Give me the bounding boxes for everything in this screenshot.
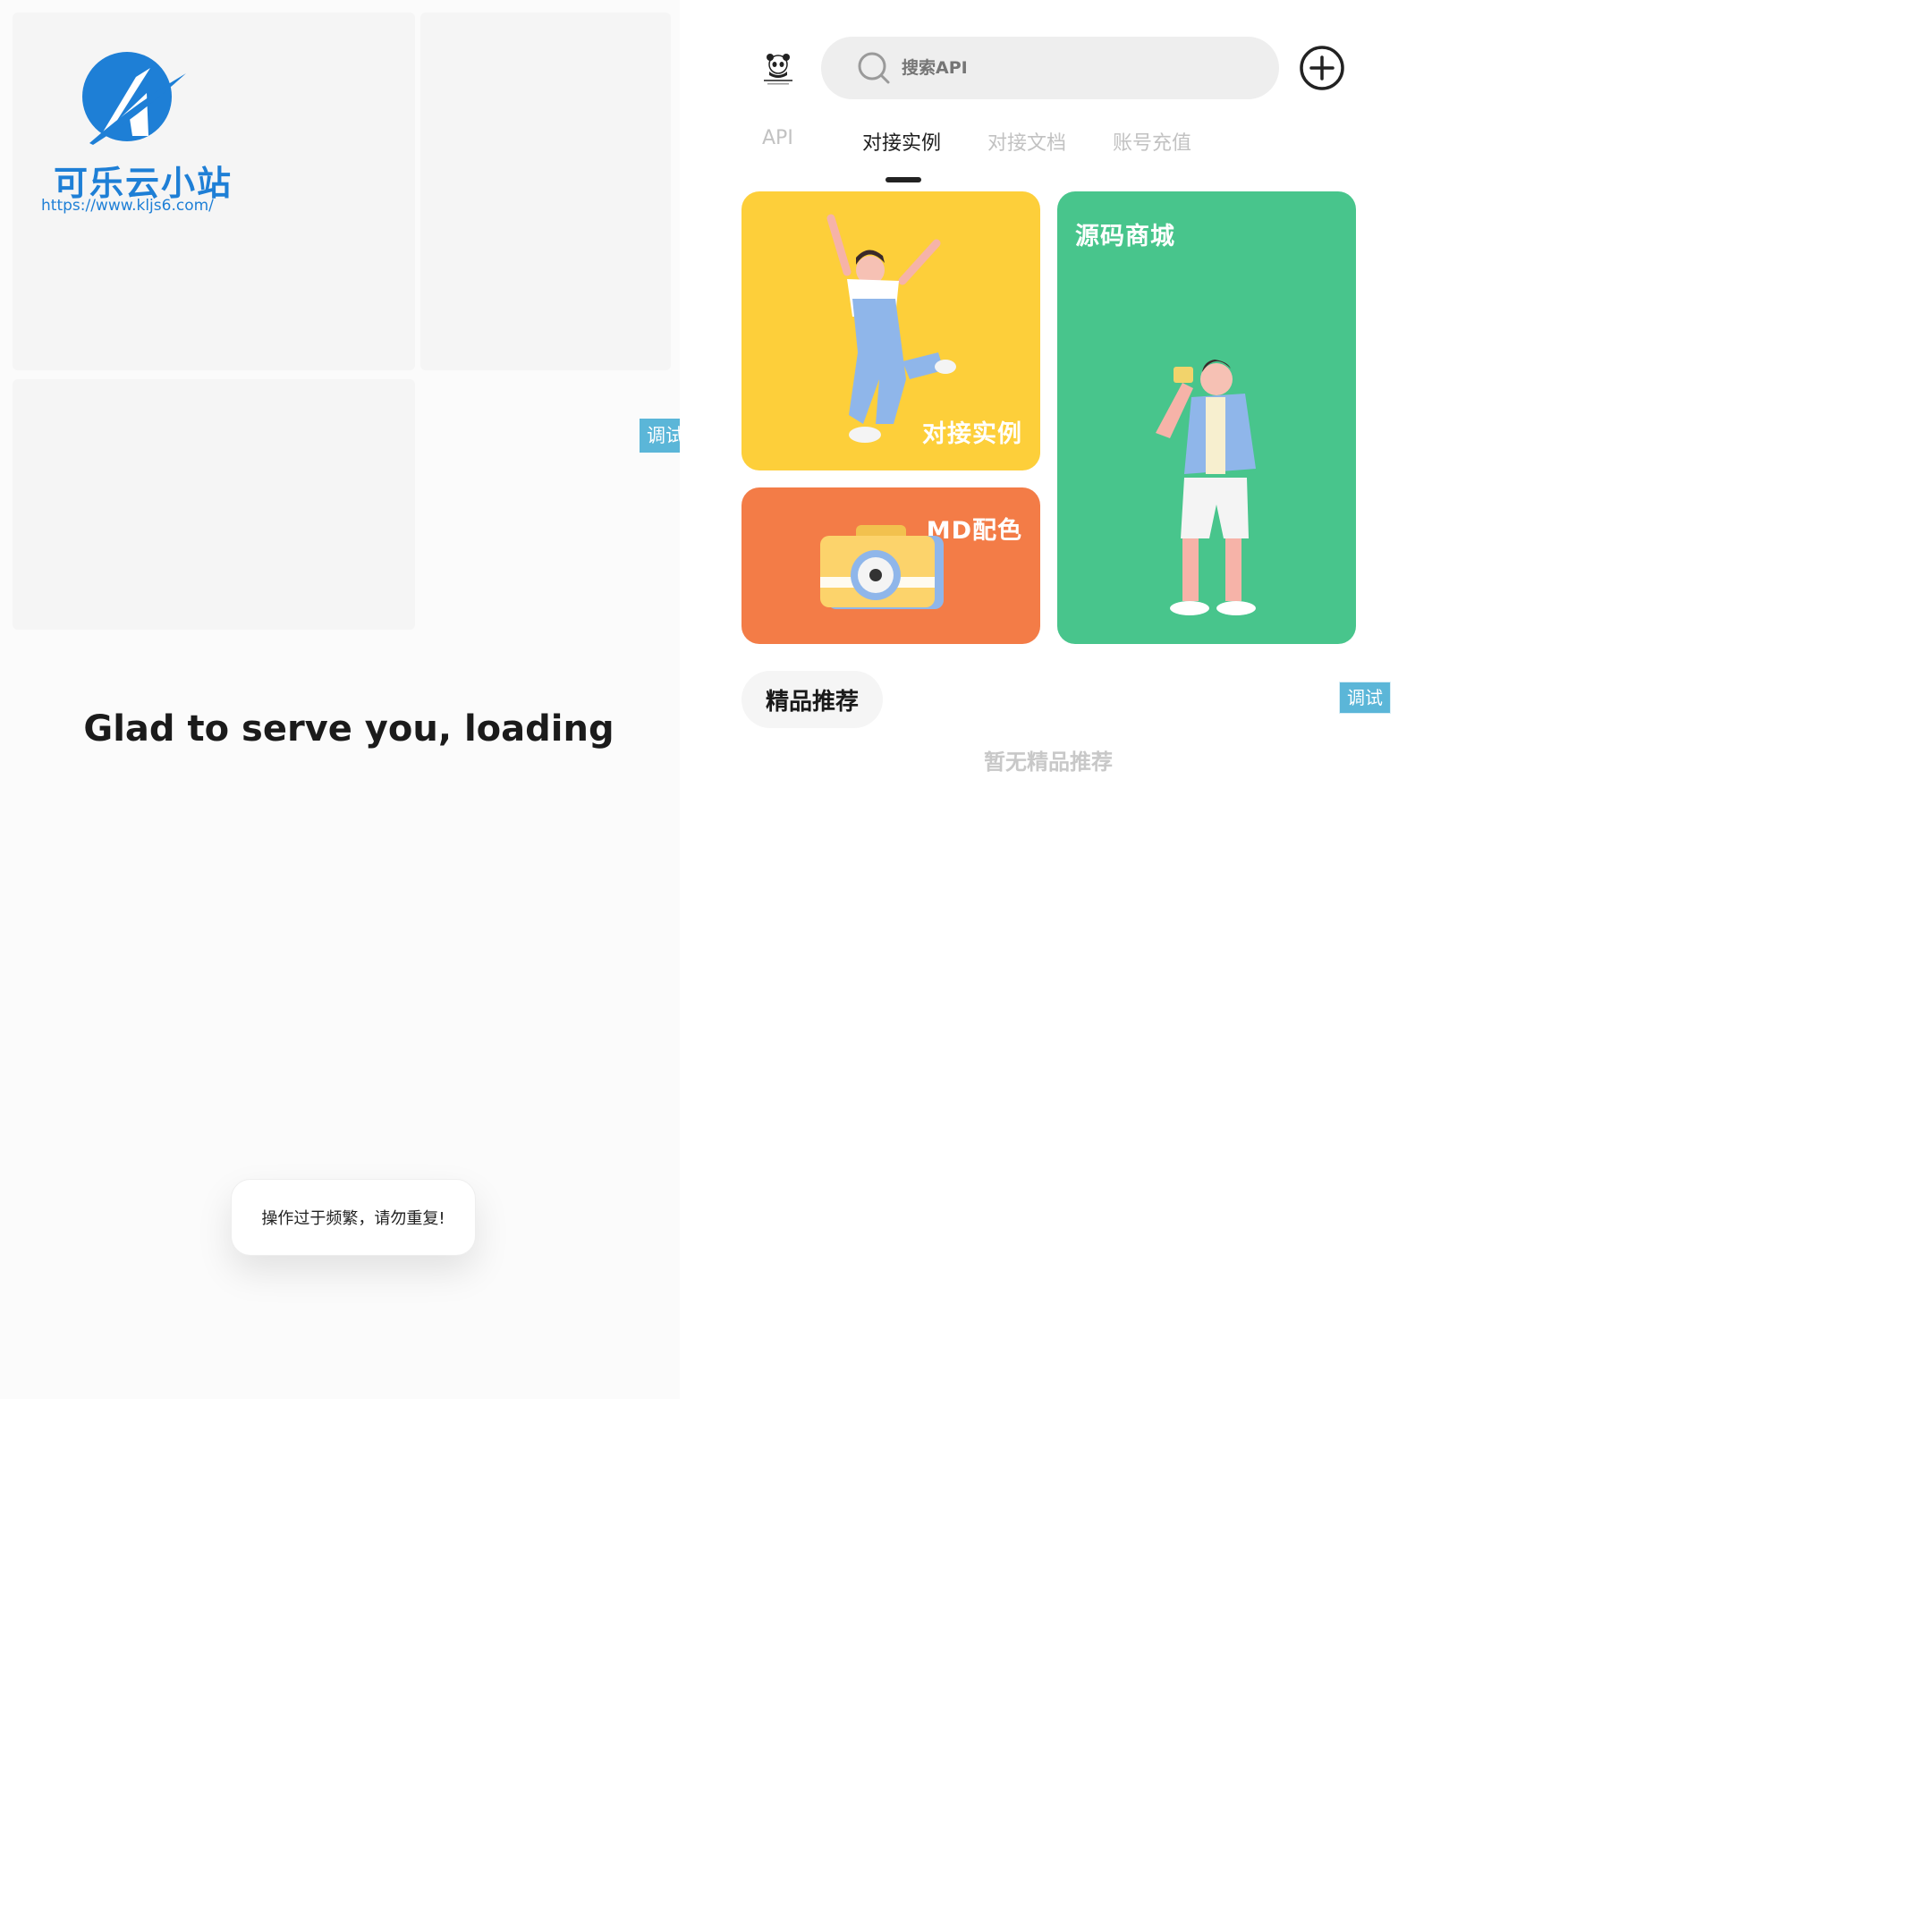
tab-api[interactable]: API <box>762 127 793 149</box>
card-shop-label: 源码商城 <box>1075 223 1175 250</box>
camera-icon <box>820 525 944 609</box>
search-icon <box>858 52 890 84</box>
toast-message: 操作过于频繁，请勿重复! <box>231 1179 476 1256</box>
debug-button[interactable]: 调试 <box>1339 682 1391 714</box>
card-shop[interactable]: 源码商城 <box>1057 191 1356 644</box>
toast-text: 操作过于频繁，请勿重复! <box>261 1209 445 1228</box>
featured-title-text: 精品推荐 <box>765 688 859 716</box>
tab-recharge[interactable]: 账号充值 <box>1113 127 1191 156</box>
panda-logo-icon[interactable] <box>758 48 798 88</box>
card-examples[interactable]: 对接实例 <box>741 191 1040 470</box>
card-examples-label: 对接实例 <box>922 420 1022 448</box>
featured-title: 精品推荐 <box>741 671 883 728</box>
search-bar[interactable] <box>821 37 1279 99</box>
plus-circle-icon[interactable] <box>1299 45 1345 91</box>
camera-man-illustration <box>1156 360 1256 615</box>
loading-screen: 可乐云小站 https://www.kljs6.com/ 调试 Glad to … <box>0 0 680 1399</box>
brand-logo <box>82 52 186 145</box>
tab-docs[interactable]: 对接文档 <box>987 127 1066 156</box>
brand-url: https://www.kljs6.com/ <box>41 197 214 215</box>
featured-empty-message: 暂无精品推荐 <box>984 750 1113 775</box>
card-md-colors[interactable]: MD配色 <box>741 487 1040 644</box>
loading-message: Glad to serve you, loading <box>83 708 614 750</box>
debug-button[interactable]: 调试 <box>640 419 680 453</box>
app-home-screen: API 对接实例 对接文档 账号充值 对接实例 源码商城 <box>716 0 1399 1399</box>
tab-examples[interactable]: 对接实例 <box>862 127 941 156</box>
active-tab-indicator <box>886 177 921 182</box>
search-input[interactable] <box>902 37 1241 99</box>
